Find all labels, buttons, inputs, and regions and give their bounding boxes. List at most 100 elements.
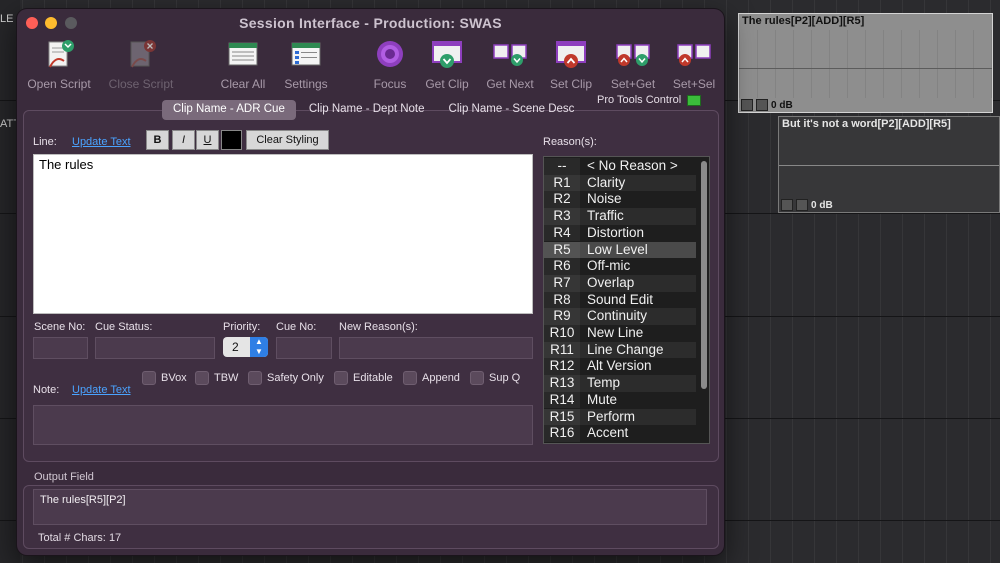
reason-code: R8 (553, 291, 571, 307)
reason-row[interactable]: R7 Overlap (544, 274, 696, 292)
append-checkbox[interactable]: Append (403, 371, 460, 385)
reason-row[interactable]: R13 Temp (544, 375, 696, 392)
clip-menu-icon[interactable] (741, 99, 753, 111)
tab-scene-desc[interactable]: Clip Name - Scene Desc (438, 100, 586, 120)
clear-all-icon (228, 42, 258, 66)
note-field[interactable] (33, 405, 533, 445)
note-update-text-link[interactable]: Update Text (72, 384, 131, 396)
get-next-label: Get Next (486, 77, 534, 91)
set-clip-button[interactable]: Set Clip (545, 37, 597, 93)
tab-dept-note[interactable]: Clip Name - Dept Note (298, 100, 436, 120)
sup-q-checkbox[interactable]: Sup Q (470, 371, 520, 385)
audio-clip[interactable]: The rules[P2][ADD][R5] 0 dB (738, 13, 993, 113)
reasons-scrollbar[interactable] (701, 161, 707, 389)
reason-code: -- (557, 158, 567, 173)
clear-styling-button[interactable]: Clear Styling (246, 130, 329, 150)
set-sel-button[interactable]: Set+Sel (668, 37, 720, 93)
reason-row[interactable]: R12 Alt Version (544, 358, 696, 376)
set-get-button[interactable]: Set+Get (605, 37, 661, 93)
get-next-icon (493, 44, 527, 66)
reason-name: Temp (587, 375, 621, 391)
reason-row[interactable]: R6 Off-mic (544, 258, 696, 275)
close-script-button[interactable]: Close Script (107, 37, 175, 93)
tbw-checkbox[interactable]: TBW (195, 371, 238, 385)
reason-row[interactable]: R8 Sound Edit (544, 291, 696, 309)
priority-stepper[interactable]: 2 ▲ ▼ (223, 337, 268, 357)
scene-no-field[interactable] (33, 337, 88, 359)
checkbox-box[interactable] (334, 371, 348, 385)
reasons-list[interactable]: R16 Accent R15 Perform R14 Mute R13 Temp R12 Alt … (543, 156, 710, 444)
focus-label: Focus (373, 77, 407, 91)
audio-clip[interactable]: But it's not a word[P2][ADD][R5] 0 dB (778, 116, 1000, 213)
total-chars-label: Total # Chars: (38, 532, 106, 544)
settings-label: Settings (284, 77, 328, 91)
reason-name: Overlap (587, 274, 635, 290)
reason-row[interactable]: R5 Low Level (544, 241, 696, 259)
checkbox-box[interactable] (142, 371, 156, 385)
reason-row[interactable]: R14 Mute (544, 391, 696, 409)
clip-menu-icon[interactable] (781, 199, 793, 211)
session-interface-window: Session Interface - Production: SWAS Ope… (17, 9, 724, 555)
reason-code: R2 (553, 191, 571, 207)
underline-button[interactable]: U (196, 130, 219, 150)
line-update-text-link[interactable]: Update Text (72, 136, 131, 148)
reason-row[interactable]: R2 Noise (544, 191, 696, 209)
italic-button[interactable]: I (172, 130, 195, 150)
reason-code: R12 (549, 358, 575, 374)
new-reasons-field[interactable] (339, 337, 533, 359)
pro-tools-control[interactable]: Pro Tools Control (597, 94, 702, 106)
reason-row[interactable]: R3 Traffic (544, 208, 696, 225)
checkbox-box[interactable] (470, 371, 484, 385)
get-clip-button[interactable]: Get Clip (421, 37, 473, 93)
checkbox-box[interactable] (248, 371, 262, 385)
clip-gain-icon[interactable] (796, 199, 808, 211)
reason-code: R16 (549, 425, 575, 441)
stepper-arrows-icon[interactable]: ▲ ▼ (250, 337, 268, 357)
open-script-button[interactable]: Open Script (25, 37, 93, 93)
safety-only-checkbox[interactable]: Safety Only (248, 371, 324, 385)
bold-button[interactable]: B (146, 130, 169, 150)
cue-no-field[interactable] (276, 337, 332, 359)
cue-status-field[interactable] (95, 337, 215, 359)
set-sel-label: Set+Sel (672, 77, 716, 91)
open-script-label: Open Script (27, 77, 91, 91)
get-next-button[interactable]: Get Next (482, 37, 538, 93)
total-chars: Total # Chars: 17 (38, 532, 121, 544)
focus-button[interactable]: Focus (366, 37, 414, 93)
checkbox-box[interactable] (195, 371, 209, 385)
reason-name: Line Change (587, 341, 664, 357)
line-text-field[interactable]: The rules (33, 154, 533, 314)
reason-row[interactable]: -- < No Reason > (544, 158, 696, 175)
tbw-label: TBW (214, 372, 239, 384)
set-get-label: Set+Get (610, 77, 656, 91)
clear-all-button[interactable]: Clear All (215, 37, 271, 93)
editable-label: Editable (353, 372, 393, 384)
reason-row[interactable]: R4 Distortion (544, 224, 696, 242)
get-clip-label: Get Clip (425, 77, 469, 91)
open-script-icon (48, 40, 74, 68)
close-script-icon (130, 40, 156, 68)
window-title: Session Interface - Production: SWAS (239, 15, 502, 31)
total-chars-value: 17 (108, 532, 122, 544)
editable-checkbox[interactable]: Editable (334, 371, 393, 385)
reason-row[interactable]: R16 Accent (544, 425, 696, 442)
tab-adr-cue[interactable]: Clip Name - ADR Cue (162, 100, 296, 120)
reason-name: Continuity (587, 308, 648, 324)
settings-button[interactable]: Settings (279, 37, 333, 93)
reason-row[interactable]: R9 Continuity (544, 308, 696, 325)
track-label: LE (0, 13, 14, 25)
clip-gain-value: 0 dB (811, 199, 833, 211)
reason-name: Off-mic (587, 258, 631, 274)
text-color-swatch[interactable] (221, 130, 242, 150)
clip-gain-icon[interactable] (756, 99, 768, 111)
bvox-checkbox[interactable]: BVox (142, 371, 187, 385)
reason-row[interactable]: R10 New Line (544, 325, 696, 342)
toolbar: Open Script Close Script Clear All Setti… (17, 37, 724, 93)
reason-code: R5 (553, 241, 571, 257)
reason-row[interactable]: R1 Clarity (544, 174, 696, 192)
reason-row[interactable]: R11 Line Change (544, 341, 696, 359)
checkbox-box[interactable] (403, 371, 417, 385)
output-field[interactable]: The rules[R5][P2] (33, 489, 707, 525)
close-script-label: Close Script (108, 77, 174, 91)
reason-row[interactable]: R15 Perform (544, 408, 696, 426)
